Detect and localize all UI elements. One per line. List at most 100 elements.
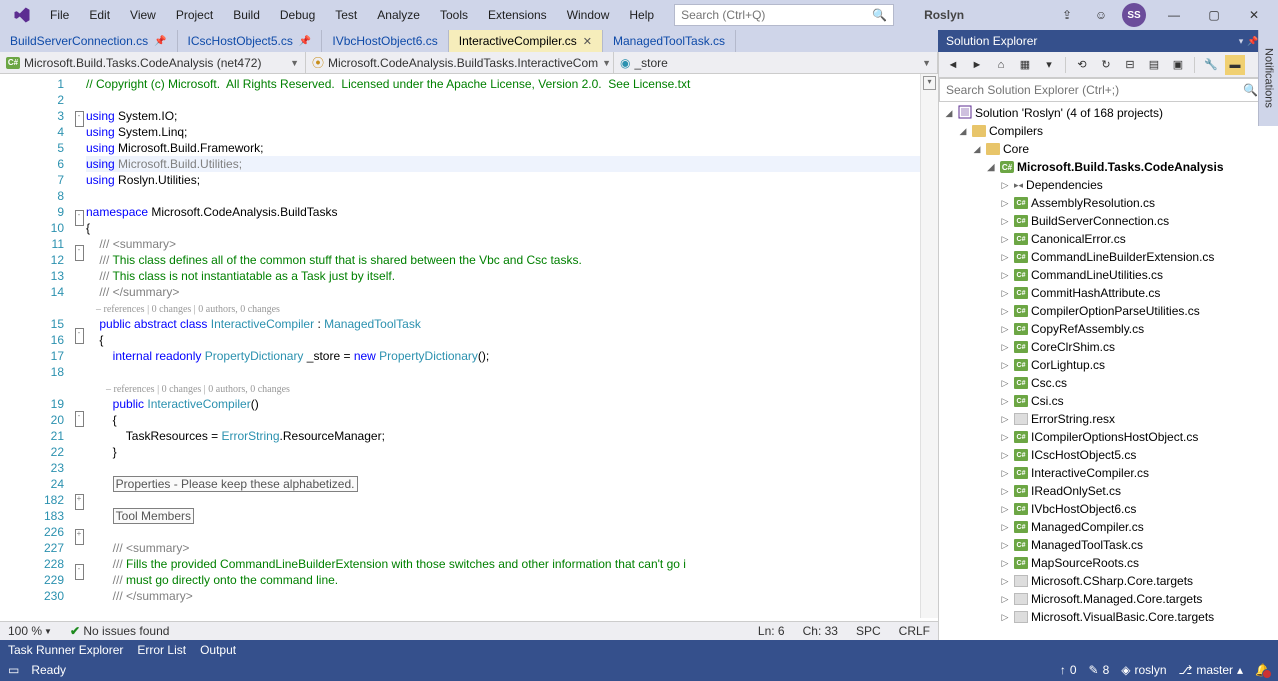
- expand-toggle[interactable]: ▷: [999, 216, 1011, 227]
- tree-item[interactable]: ▷C#MapSourceRoots.cs: [939, 554, 1278, 572]
- filter-dropdown[interactable]: ▾: [1039, 55, 1059, 75]
- refresh-button[interactable]: ↻: [1096, 55, 1116, 75]
- tree-item[interactable]: ▷C#CommandLineBuilderExtension.cs: [939, 248, 1278, 266]
- solution-search[interactable]: 🔍 ▼: [939, 78, 1278, 102]
- expand-toggle[interactable]: ▷: [999, 504, 1011, 515]
- menu-debug[interactable]: Debug: [270, 4, 325, 26]
- expand-toggle[interactable]: ▷: [999, 432, 1011, 443]
- document-tab[interactable]: InteractiveCompiler.cs✕: [449, 30, 603, 52]
- back-button[interactable]: ◄: [943, 55, 963, 75]
- menu-help[interactable]: Help: [619, 4, 664, 26]
- tree-item[interactable]: ▷C#CanonicalError.cs: [939, 230, 1278, 248]
- document-tab[interactable]: IVbcHostObject6.cs: [322, 30, 448, 52]
- expand-toggle[interactable]: ▷: [999, 594, 1011, 605]
- tree-item[interactable]: ▷C#CorLightup.cs: [939, 356, 1278, 374]
- live-share-icon[interactable]: ⇪: [1054, 2, 1080, 28]
- expand-toggle[interactable]: ▷: [999, 450, 1011, 461]
- tree-item[interactable]: ▷C#CommandLineUtilities.cs: [939, 266, 1278, 284]
- nav-project-combo[interactable]: C# Microsoft.Build.Tasks.CodeAnalysis (n…: [0, 52, 306, 73]
- menu-project[interactable]: Project: [166, 4, 223, 26]
- collapse-all-button[interactable]: ⊟: [1120, 55, 1140, 75]
- fold-toggle[interactable]: -: [75, 111, 84, 127]
- fold-toggle[interactable]: -: [75, 564, 84, 580]
- expand-toggle[interactable]: ▷: [999, 612, 1011, 623]
- minimize-button[interactable]: ―: [1154, 0, 1194, 30]
- switch-views-button[interactable]: ▦: [1015, 55, 1035, 75]
- tree-item[interactable]: ◢Compilers: [939, 122, 1278, 140]
- repo-status[interactable]: ◈ roslyn: [1121, 663, 1166, 677]
- expand-toggle[interactable]: ◢: [943, 108, 955, 119]
- expand-toggle[interactable]: ▷: [999, 540, 1011, 551]
- tree-item[interactable]: ▷C#CommitHashAttribute.cs: [939, 284, 1278, 302]
- expand-toggle[interactable]: ▷: [999, 252, 1011, 263]
- menu-edit[interactable]: Edit: [79, 4, 120, 26]
- menu-tools[interactable]: Tools: [430, 4, 478, 26]
- document-tab[interactable]: ManagedToolTask.cs: [603, 30, 736, 52]
- fold-toggle[interactable]: -: [75, 245, 84, 261]
- panel-dropdown-icon[interactable]: ▾: [1239, 36, 1244, 47]
- close-button[interactable]: ✕: [1234, 0, 1274, 30]
- maximize-button[interactable]: ▢: [1194, 0, 1234, 30]
- preview-selected-button[interactable]: ▬: [1225, 55, 1245, 75]
- menu-analyze[interactable]: Analyze: [367, 4, 430, 26]
- issues-indicator[interactable]: ✔ No issues found: [70, 624, 169, 638]
- tree-item[interactable]: ◢C#Microsoft.Build.Tasks.CodeAnalysis: [939, 158, 1278, 176]
- tool-tab[interactable]: Error List: [137, 643, 186, 657]
- tree-item[interactable]: ▷C#IReadOnlySet.cs: [939, 482, 1278, 500]
- tree-item[interactable]: ▷Microsoft.CSharp.Core.targets: [939, 572, 1278, 590]
- document-tab[interactable]: ICscHostObject5.cs📌: [178, 30, 323, 52]
- close-icon[interactable]: ✕: [583, 35, 592, 48]
- tree-item[interactable]: ▷ErrorString.resx: [939, 410, 1278, 428]
- code-editor[interactable]: 1234567891011121314151617181920212223241…: [0, 74, 938, 618]
- tree-item[interactable]: ▷C#CompilerOptionParseUtilities.cs: [939, 302, 1278, 320]
- tree-item[interactable]: ▷C#CoreClrShim.cs: [939, 338, 1278, 356]
- fold-toggle[interactable]: -: [75, 328, 84, 344]
- tree-item[interactable]: ▷Microsoft.VisualBasic.Core.targets: [939, 608, 1278, 626]
- tree-item[interactable]: ▷C#CopyRefAssembly.cs: [939, 320, 1278, 338]
- expand-toggle[interactable]: ▷: [999, 180, 1011, 191]
- tree-item[interactable]: ▷C#ManagedCompiler.cs: [939, 518, 1278, 536]
- menu-build[interactable]: Build: [223, 4, 270, 26]
- tree-item[interactable]: ▷C#InteractiveCompiler.cs: [939, 464, 1278, 482]
- menu-test[interactable]: Test: [325, 4, 367, 26]
- feedback-icon[interactable]: ☺: [1088, 2, 1114, 28]
- pending-changes-status[interactable]: ✎ 8: [1089, 663, 1110, 677]
- tree-item[interactable]: ▷C#Csi.cs: [939, 392, 1278, 410]
- tree-item[interactable]: ▷C#IVbcHostObject6.cs: [939, 500, 1278, 518]
- zoom-combo[interactable]: 100 % ▼: [8, 624, 52, 638]
- home-button[interactable]: ⌂: [991, 55, 1011, 75]
- tree-item[interactable]: ▷C#ICscHostObject5.cs: [939, 446, 1278, 464]
- tool-tab[interactable]: Task Runner Explorer: [8, 643, 123, 657]
- menu-window[interactable]: Window: [557, 4, 620, 26]
- tree-item[interactable]: ▷C#ICompilerOptionsHostObject.cs: [939, 428, 1278, 446]
- tree-item[interactable]: ▷C#BuildServerConnection.cs: [939, 212, 1278, 230]
- indent-indicator[interactable]: SPC: [856, 624, 881, 638]
- tree-item[interactable]: ▷C#AssemblyResolution.cs: [939, 194, 1278, 212]
- search-input[interactable]: [681, 8, 872, 22]
- forward-button[interactable]: ►: [967, 55, 987, 75]
- col-indicator[interactable]: Ch: 33: [803, 624, 838, 638]
- show-all-files-button[interactable]: ▤: [1144, 55, 1164, 75]
- expand-toggle[interactable]: ▷: [999, 558, 1011, 569]
- nav-member-combo[interactable]: ◉ _store ▼: [614, 52, 938, 73]
- branch-status[interactable]: ⎇ master ▴: [1179, 663, 1244, 677]
- expand-toggle[interactable]: ▷: [999, 270, 1011, 281]
- properties-button[interactable]: 🔧: [1201, 55, 1221, 75]
- fold-toggle[interactable]: -: [75, 411, 84, 427]
- menu-file[interactable]: File: [40, 4, 79, 26]
- eol-indicator[interactable]: CRLF: [899, 624, 930, 638]
- pin-icon[interactable]: 📌: [299, 36, 311, 47]
- tree-item[interactable]: ▷▸◂Dependencies: [939, 176, 1278, 194]
- tool-tab[interactable]: Output: [200, 643, 236, 657]
- document-tab[interactable]: BuildServerConnection.cs📌: [0, 30, 178, 52]
- expand-toggle[interactable]: ▷: [999, 414, 1011, 425]
- pin-icon[interactable]: 📌: [154, 36, 166, 47]
- menu-view[interactable]: View: [120, 4, 166, 26]
- expand-toggle[interactable]: ▷: [999, 468, 1011, 479]
- menu-extensions[interactable]: Extensions: [478, 4, 557, 26]
- publish-status[interactable]: ↑ 0: [1060, 663, 1077, 677]
- expand-toggle[interactable]: ▷: [999, 324, 1011, 335]
- overview-ruler[interactable]: ▾: [920, 74, 938, 618]
- expand-toggle[interactable]: ▷: [999, 288, 1011, 299]
- fold-toggle[interactable]: +: [75, 529, 84, 545]
